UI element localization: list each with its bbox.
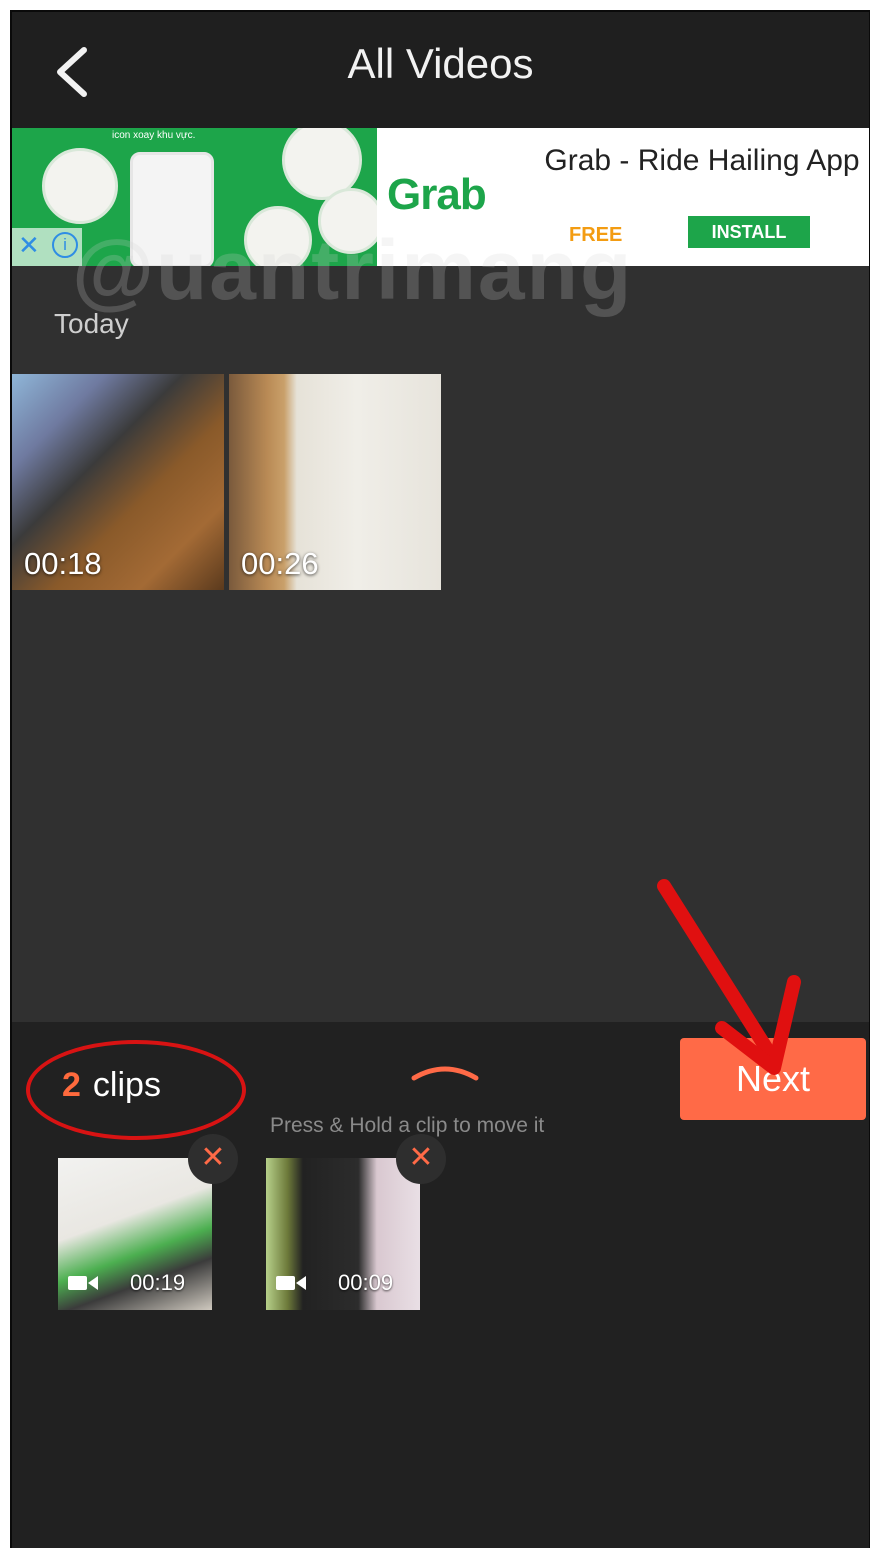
video-thumbnail[interactable]: 00:26 [229,374,441,590]
clips-count-number: 2 [62,1066,81,1104]
reorder-hint: Press & Hold a clip to move it [270,1114,545,1137]
chevron-up-icon [411,1066,479,1081]
ad-title[interactable]: Grab - Ride Hailing App [542,142,862,180]
clips-count-label: clips [92,1066,161,1104]
section-label-today: Today [54,308,129,339]
grab-logo-text: Grab [387,170,487,219]
clip-thumbnail: 00:19 [58,1158,212,1310]
clip-thumbnail: 00:09 [266,1158,420,1310]
expand-panel-button[interactable] [410,1056,480,1084]
watermark: @uantrimang [72,223,634,317]
video-duration: 00:18 [24,546,102,581]
clips-count: 2 clips [62,1066,161,1105]
selected-clip[interactable]: 00:09 ✕ [266,1134,446,1310]
selected-clips-panel: 2 clips Next Press & Hold a clip to move … [12,1022,869,1548]
clip-duration: 00:19 [130,1270,186,1295]
remove-clip-button[interactable]: ✕ [188,1134,238,1184]
annotation-arrow-icon [657,879,801,1075]
page-title: All Videos [347,40,534,87]
ad-install-button[interactable]: INSTALL [688,216,810,248]
video-duration: 00:26 [241,546,319,581]
video-camera-icon [68,1276,98,1290]
ad-bubble [42,148,118,224]
top-bar: All Videos [12,12,869,128]
video-thumbnail[interactable]: 00:18 [12,374,224,590]
video-camera-icon [276,1276,306,1290]
ad-close-icon[interactable]: ✕ [18,230,40,261]
ad-caption: icon xoay khu vực. [112,130,196,141]
selected-clip[interactable]: 00:19 ✕ [58,1134,238,1310]
app-screen: All Videos icon xoay khu vực. ✕ i Grab G… [12,12,869,1548]
clip-duration: 00:09 [338,1270,394,1295]
remove-clip-button[interactable]: ✕ [396,1134,446,1184]
